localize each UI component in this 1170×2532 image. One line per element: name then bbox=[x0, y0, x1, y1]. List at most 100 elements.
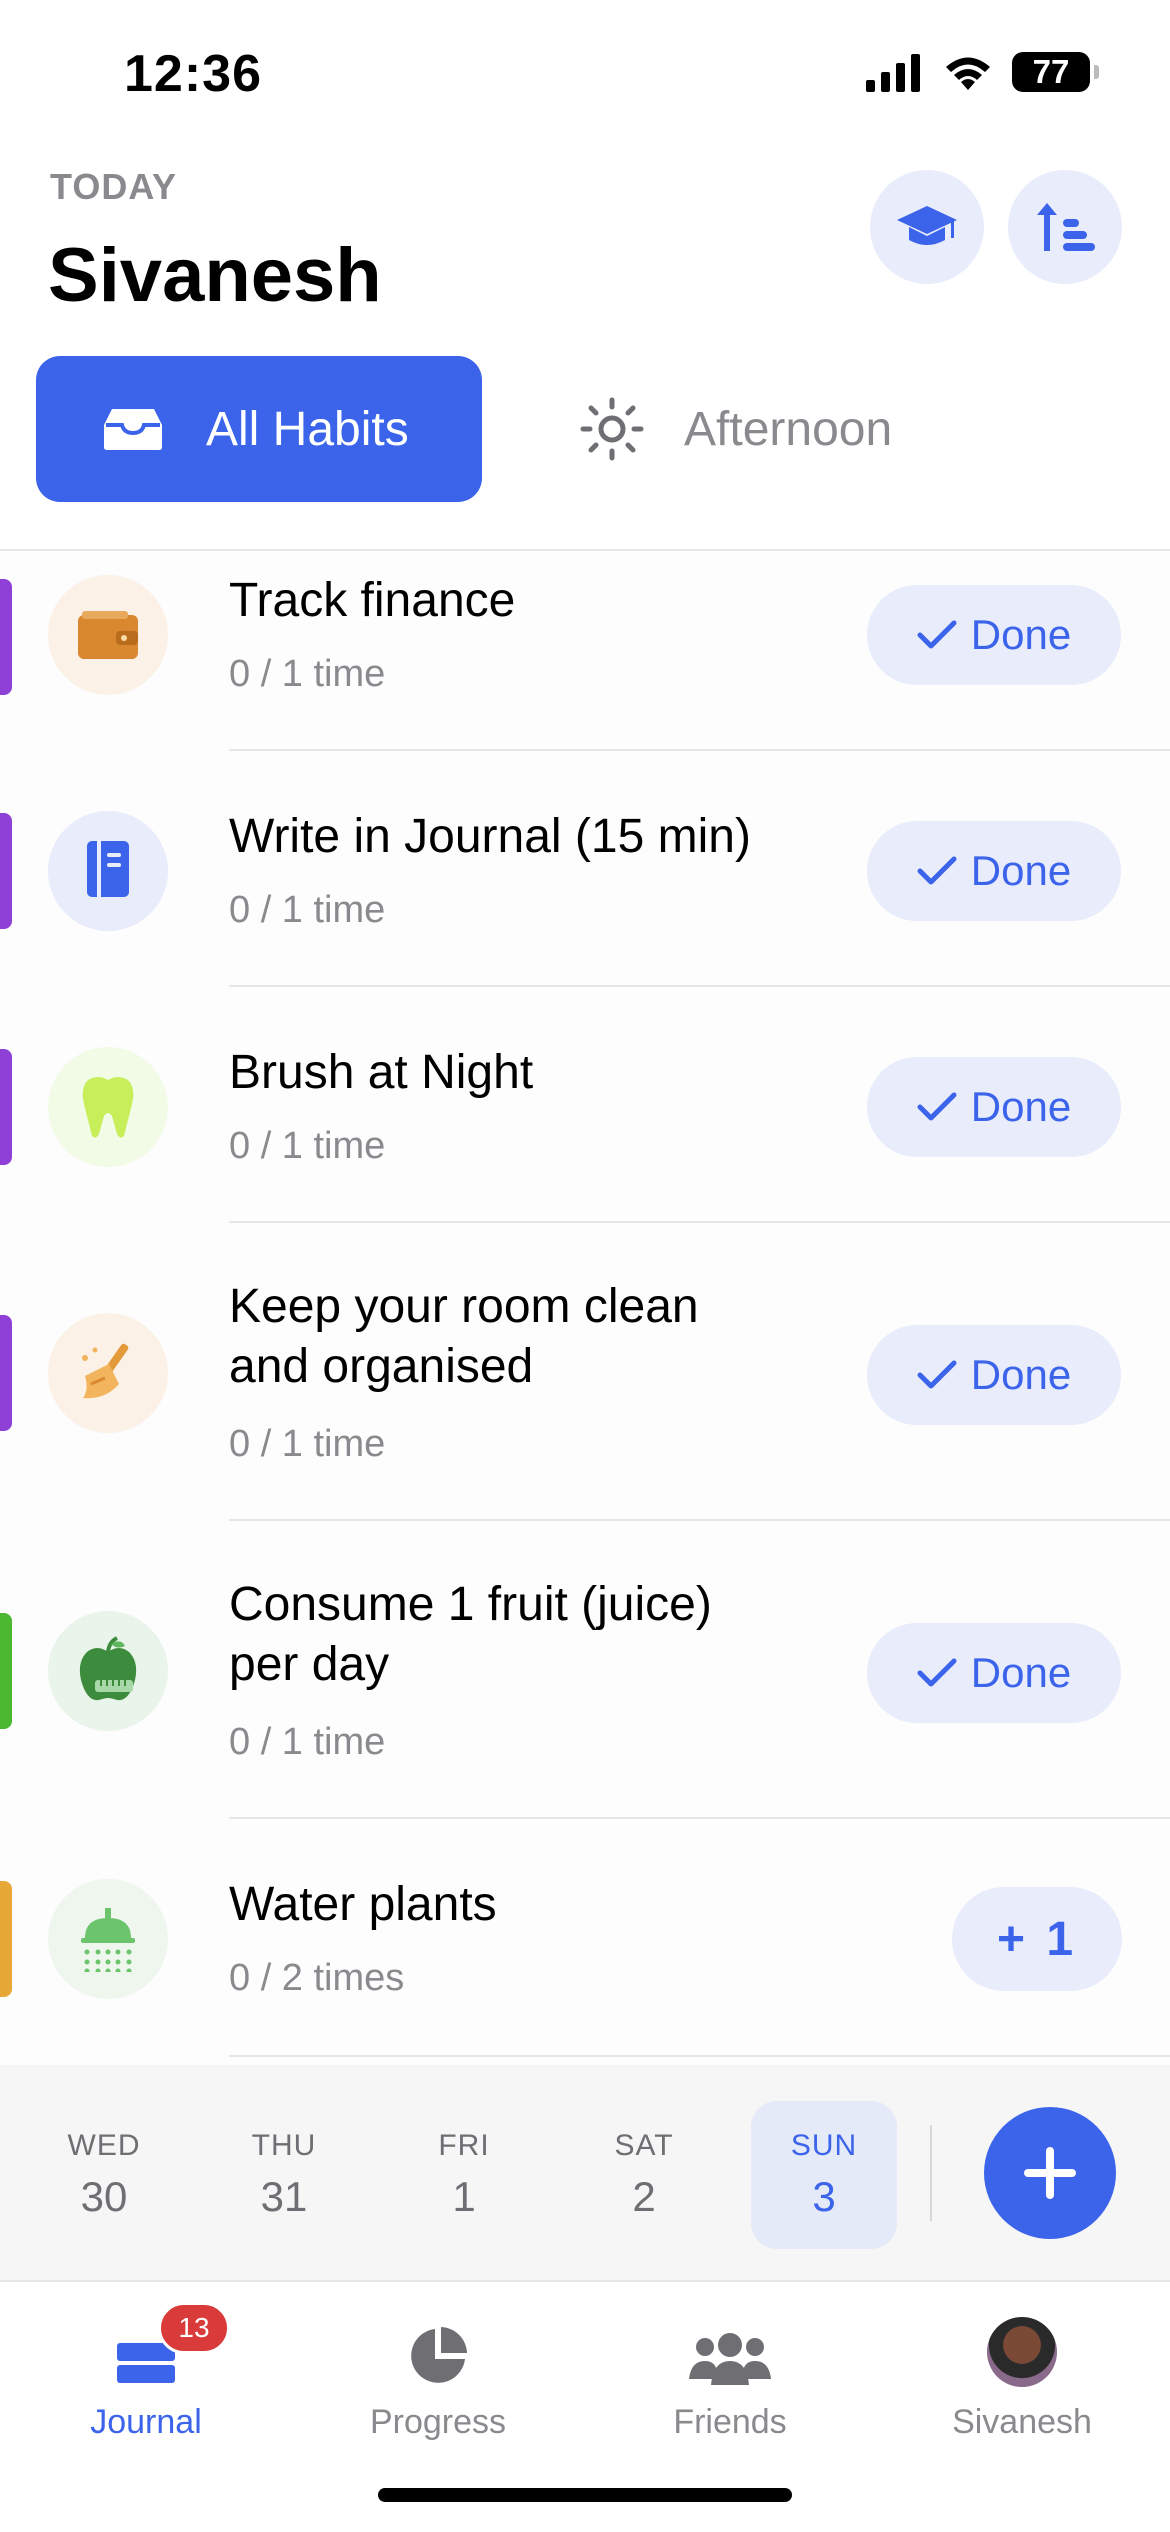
tab-all-habits[interactable]: All Habits bbox=[36, 356, 482, 502]
tab-journal-label: Journal bbox=[90, 2403, 202, 2441]
battery-indicator: 77 bbox=[1012, 52, 1099, 92]
day-fri[interactable]: FRI 1 bbox=[391, 2101, 537, 2249]
habit-color-bar bbox=[0, 813, 12, 929]
learn-button[interactable] bbox=[870, 170, 984, 284]
habit-row[interactable]: Brush at Night 0 / 1 time Done bbox=[0, 987, 1170, 1223]
checkmark-icon bbox=[917, 856, 957, 885]
status-icons: 77 bbox=[864, 52, 1099, 92]
day-of-week: THU bbox=[251, 2129, 317, 2162]
date-strip: WED 30 THU 31 FRI 1 SAT 2 SUN 3 bbox=[0, 2065, 1170, 2280]
habit-icon-circle bbox=[48, 1879, 168, 1999]
home-indicator bbox=[378, 2488, 792, 2502]
day-thu[interactable]: THU 31 bbox=[211, 2101, 357, 2249]
tab-progress[interactable]: Progress bbox=[292, 2282, 584, 2442]
apple-icon bbox=[79, 1636, 137, 1701]
add-habit-button[interactable] bbox=[984, 2107, 1116, 2239]
day-of-month: 1 bbox=[452, 2173, 476, 2220]
habit-list[interactable]: Track finance 0 / 1 time Done Write in J… bbox=[0, 551, 1170, 2065]
page-title: Sivanesh bbox=[48, 233, 382, 318]
tooth-icon bbox=[82, 1077, 134, 1138]
day-of-month: 2 bbox=[632, 2173, 656, 2220]
status-bar: 12:36 77 bbox=[0, 0, 1170, 150]
sort-ascending-icon bbox=[1037, 203, 1095, 251]
habit-row[interactable]: Consume 1 fruit (juice) per day 0 / 1 ti… bbox=[0, 1521, 1170, 1819]
wallet-icon bbox=[78, 611, 138, 659]
increment-button[interactable]: + 1 bbox=[952, 1887, 1122, 1991]
habit-color-bar bbox=[0, 579, 12, 695]
habit-progress: 0 / 1 time bbox=[229, 1721, 386, 1763]
done-button-label: Done bbox=[970, 1083, 1072, 1130]
sort-button[interactable] bbox=[1008, 170, 1122, 284]
plus-icon bbox=[1024, 2147, 1076, 2199]
done-button-label: Done bbox=[970, 1351, 1072, 1398]
watering-icon bbox=[81, 1908, 135, 1972]
done-button[interactable]: Done bbox=[867, 1325, 1121, 1425]
habit-row[interactable]: Keep your room clean and organised 0 / 1… bbox=[0, 1223, 1170, 1521]
done-button[interactable]: Done bbox=[867, 1057, 1121, 1157]
day-of-week: WED bbox=[67, 2129, 141, 2162]
habit-title: Water plants bbox=[229, 1878, 497, 1931]
habit-row[interactable]: Write in Journal (15 min) 0 / 1 time Don… bbox=[0, 751, 1170, 987]
habit-progress: 0 / 1 time bbox=[229, 653, 386, 695]
habit-progress: 0 / 2 times bbox=[229, 1957, 405, 1999]
done-button[interactable]: Done bbox=[867, 1623, 1121, 1723]
habit-row[interactable]: Water plants 0 / 2 times + 1 bbox=[0, 1819, 1170, 2065]
done-button[interactable]: Done bbox=[867, 821, 1121, 921]
day-sat[interactable]: SAT 2 bbox=[571, 2101, 717, 2249]
habit-color-bar bbox=[0, 1613, 12, 1729]
habit-progress: 0 / 1 time bbox=[229, 1125, 386, 1167]
habit-progress: 0 / 1 time bbox=[229, 1423, 386, 1465]
tab-profile-label: Sivanesh bbox=[952, 2403, 1092, 2441]
tab-profile[interactable]: Sivanesh bbox=[876, 2282, 1168, 2442]
divider bbox=[930, 2125, 932, 2221]
tab-friends[interactable]: Friends bbox=[584, 2282, 876, 2442]
tab-journal[interactable]: Journal 13 bbox=[0, 2282, 292, 2442]
habit-title: Keep your room clean and organised bbox=[229, 1280, 699, 1393]
avatar bbox=[987, 2317, 1057, 2387]
done-button[interactable]: Done bbox=[867, 585, 1121, 685]
habit-icon-circle bbox=[48, 575, 168, 695]
tab-friends-label: Friends bbox=[673, 2403, 787, 2441]
broom-icon bbox=[82, 1343, 129, 1399]
day-of-month: 30 bbox=[80, 2173, 128, 2220]
day-of-week: SUN bbox=[790, 2129, 858, 2162]
checkmark-icon bbox=[917, 1360, 957, 1389]
day-of-month: 3 bbox=[812, 2173, 836, 2220]
journal-icon bbox=[87, 841, 129, 903]
habit-icon-circle bbox=[48, 811, 168, 931]
habit-icon-circle bbox=[48, 1611, 168, 1731]
wifi-icon bbox=[946, 57, 990, 90]
sun-icon bbox=[580, 397, 644, 461]
tab-afternoon-label: Afternoon bbox=[684, 402, 893, 456]
graduation-cap-icon bbox=[897, 206, 957, 245]
habit-color-bar bbox=[0, 1881, 12, 1997]
tray-icon bbox=[104, 409, 162, 450]
notification-badge: 13 bbox=[158, 2302, 230, 2354]
habit-color-bar bbox=[0, 1049, 12, 1165]
done-button-label: Done bbox=[970, 1649, 1072, 1696]
habit-progress: 0 / 1 time bbox=[229, 889, 386, 931]
status-time: 12:36 bbox=[124, 45, 262, 103]
divider bbox=[229, 2055, 1170, 2057]
tab-all-habits-label: All Habits bbox=[206, 402, 409, 456]
habit-icon-circle bbox=[48, 1047, 168, 1167]
habit-icon-circle bbox=[48, 1313, 168, 1433]
checkmark-icon bbox=[917, 620, 957, 649]
habit-title: Consume 1 fruit (juice) per day bbox=[229, 1578, 712, 1691]
habit-title: Write in Journal (15 min) bbox=[229, 810, 751, 863]
done-button-label: Done bbox=[970, 847, 1072, 894]
checkmark-icon bbox=[917, 1658, 957, 1687]
habit-color-bar bbox=[0, 1315, 12, 1431]
tab-progress-label: Progress bbox=[369, 2403, 507, 2441]
section-label: TODAY bbox=[50, 166, 178, 207]
done-button-label: Done bbox=[970, 611, 1072, 658]
tab-afternoon[interactable]: Afternoon bbox=[580, 356, 892, 502]
habit-title: Brush at Night bbox=[229, 1046, 534, 1099]
pie-chart-icon bbox=[411, 2327, 467, 2383]
day-of-week: FRI bbox=[438, 2129, 490, 2162]
cellular-signal-icon bbox=[866, 54, 920, 92]
people-icon bbox=[689, 2333, 771, 2385]
day-wed[interactable]: WED 30 bbox=[31, 2101, 177, 2249]
day-sun[interactable]: SUN 3 bbox=[751, 2101, 897, 2249]
day-of-week: SAT bbox=[614, 2129, 674, 2162]
